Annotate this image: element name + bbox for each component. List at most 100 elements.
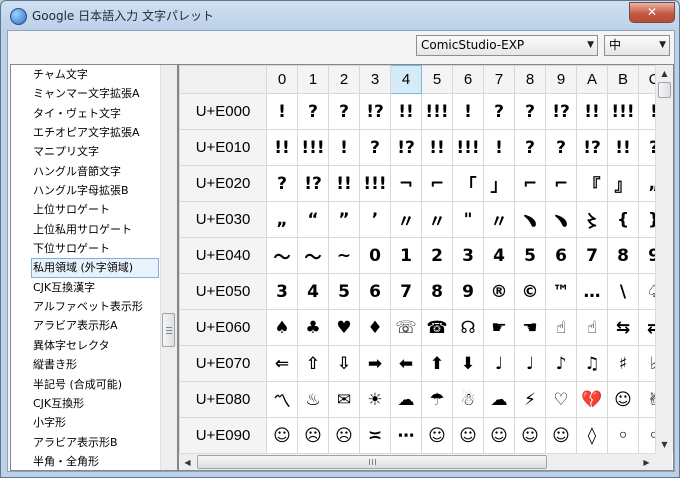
character-cell[interactable]: ♡ [545, 381, 577, 418]
scroll-right-icon[interactable]: ▶ [638, 454, 655, 470]
character-cell[interactable]: 0 [359, 237, 391, 274]
character-cell[interactable]: ? [359, 129, 391, 166]
character-cell[interactable]: © [514, 273, 546, 310]
character-cell[interactable]: ? [328, 93, 360, 130]
character-cell[interactable]: !? [297, 165, 329, 202]
character-cell[interactable]: ⋯ [390, 417, 422, 454]
character-cell[interactable]: \ [607, 273, 639, 310]
character-cell[interactable]: ® [483, 273, 515, 310]
character-cell[interactable]: ☺ [452, 417, 484, 454]
character-cell[interactable]: 「 [452, 165, 484, 202]
character-cell[interactable]: ♩ [514, 345, 546, 382]
character-cell[interactable]: ⚡ [514, 381, 546, 418]
character-cell[interactable]: ⬇ [452, 345, 484, 382]
character-cell[interactable]: 『 [576, 165, 608, 202]
category-item[interactable]: エチオピア文字拡張A [11, 123, 159, 142]
character-cell[interactable]: ☺ [266, 417, 298, 454]
character-cell[interactable]: ☺ [545, 417, 577, 454]
character-cell[interactable]: !!! [297, 129, 329, 166]
character-cell[interactable]: 〽 [266, 381, 298, 418]
character-cell[interactable]: 〃 [421, 201, 453, 238]
character-cell[interactable]: { [607, 201, 639, 238]
character-cell[interactable]: ? [266, 165, 298, 202]
character-cell[interactable]: ? [297, 93, 329, 130]
category-item[interactable]: CJK互換漢字 [11, 278, 159, 297]
category-item[interactable]: 小字形 [11, 413, 159, 432]
category-item[interactable]: アルファベット表示形 [11, 297, 159, 316]
character-cell[interactable]: ☏ [390, 309, 422, 346]
character-cell[interactable]: ◊ [576, 417, 608, 454]
character-cell[interactable]: 7 [576, 237, 608, 274]
close-button[interactable]: ✕ [629, 2, 675, 23]
character-cell[interactable]: ™ [545, 273, 577, 310]
grid-vertical-thumb[interactable] [658, 82, 671, 98]
character-cell[interactable]: ⌐ [514, 165, 546, 202]
character-cell[interactable]: !!! [359, 165, 391, 202]
category-item[interactable]: CJK互換形 [11, 394, 159, 413]
category-item[interactable]: 上位私用サロゲート [11, 220, 159, 239]
character-cell[interactable]: !! [390, 93, 422, 130]
character-cell[interactable]: ⇧ [297, 345, 329, 382]
character-cell[interactable]: ☀ [359, 381, 391, 418]
character-cell[interactable]: ⇩ [328, 345, 360, 382]
category-item[interactable]: 上位サロゲート [11, 200, 159, 219]
character-cell[interactable]: 3 [266, 273, 298, 310]
character-cell[interactable]: ♨ [297, 381, 329, 418]
character-cell[interactable]: 』 [607, 165, 639, 202]
character-cell[interactable]: !? [576, 129, 608, 166]
character-cell[interactable]: ♥ [328, 309, 360, 346]
character-cell[interactable]: 6 [545, 237, 577, 274]
character-cell[interactable]: 〃 [390, 201, 422, 238]
character-cell[interactable]: ! [452, 93, 484, 130]
character-cell[interactable]: „ [266, 201, 298, 238]
grid-vertical-scrollbar[interactable]: ▲ ▼ [655, 65, 673, 453]
character-cell[interactable]: !!! [452, 129, 484, 166]
character-cell[interactable]: ☚ [514, 309, 546, 346]
category-item[interactable]: ミャンマー文字拡張A [11, 84, 159, 103]
character-cell[interactable]: 4 [297, 273, 329, 310]
character-cell[interactable]: 💔 [576, 381, 608, 418]
character-cell[interactable]: ⌐ [421, 165, 453, 202]
category-item[interactable]: アラビア表示形B [11, 433, 159, 452]
character-cell[interactable]: ¬ [390, 165, 422, 202]
character-cell[interactable]: 5 [514, 237, 546, 274]
category-scrollbar-thumb[interactable] [162, 313, 175, 347]
category-item[interactable]: 下位サロゲート [11, 239, 159, 258]
character-cell[interactable]: ! [483, 129, 515, 166]
scroll-down-icon[interactable]: ▼ [656, 436, 673, 453]
character-cell[interactable]: 8 [421, 273, 453, 310]
character-cell[interactable]: 」 [483, 165, 515, 202]
category-item[interactable]: 半角・全角形 [11, 452, 159, 470]
scroll-left-icon[interactable]: ◀ [179, 454, 196, 470]
character-cell[interactable]: ♦ [359, 309, 391, 346]
character-cell[interactable]: ♫ [576, 345, 608, 382]
character-cell[interactable]: ☹ [297, 417, 329, 454]
character-cell[interactable]: ﹅ [514, 201, 546, 238]
category-scrollbar[interactable] [160, 65, 177, 470]
character-cell[interactable]: 8 [607, 237, 639, 274]
character-cell[interactable]: ! [266, 93, 298, 130]
character-cell[interactable]: ➡ [359, 345, 391, 382]
character-cell[interactable]: ⬅ [390, 345, 422, 382]
character-cell[interactable]: " [452, 201, 484, 238]
character-cell[interactable]: ﹅ [545, 201, 577, 238]
character-cell[interactable]: ⇐ [266, 345, 298, 382]
character-cell[interactable]: ◦ [607, 417, 639, 454]
character-cell[interactable]: ♪ [545, 345, 577, 382]
category-item[interactable]: タイ・ヴェト文字 [11, 104, 159, 123]
character-cell[interactable]: ~ [328, 237, 360, 274]
character-cell[interactable]: ☺ [607, 381, 639, 418]
character-cell[interactable]: ☺ [483, 417, 515, 454]
character-cell[interactable]: ⇆ [607, 309, 639, 346]
character-cell[interactable]: !? [359, 93, 391, 130]
character-cell[interactable]: ! [328, 129, 360, 166]
character-cell[interactable]: ⌐ [545, 165, 577, 202]
category-item[interactable]: 縦書き形 [11, 355, 159, 374]
character-cell[interactable]: ⬆ [421, 345, 453, 382]
character-cell[interactable]: ” [328, 201, 360, 238]
character-cell[interactable]: ✉ [328, 381, 360, 418]
character-cell[interactable]: ≍ [359, 417, 391, 454]
character-cell[interactable]: ? [483, 93, 515, 130]
character-cell[interactable]: 4 [483, 237, 515, 274]
font-dropdown[interactable]: ComicStudio-EXP ▼ [416, 35, 598, 56]
